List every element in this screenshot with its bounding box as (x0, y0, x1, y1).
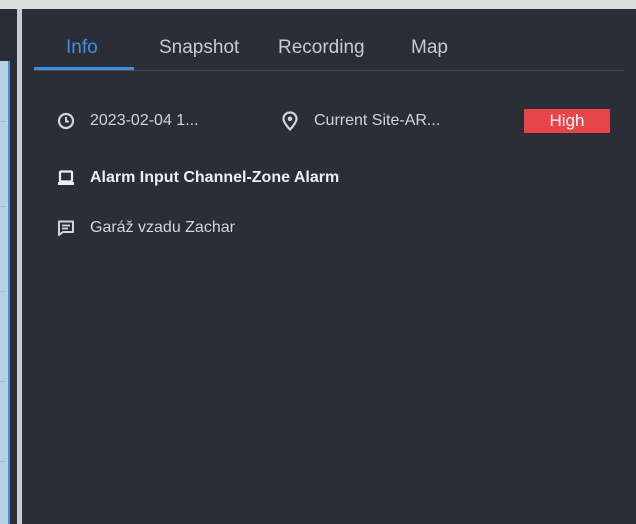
alarm-time: 2023-02-04 1... (56, 111, 199, 131)
alarm-site: Current Site-AR... (280, 111, 440, 131)
alarm-source-value: Alarm Input Channel-Zone Alarm (90, 169, 340, 186)
detail-tabs: Info Snapshot Recording Map (34, 9, 624, 71)
alarm-remark: Garáž vzadu Zachar (56, 218, 235, 238)
active-tab-indicator (34, 67, 134, 70)
location-pin-icon (280, 111, 300, 131)
window-top-strip (0, 0, 636, 9)
map-line (0, 206, 6, 207)
clock-icon (56, 111, 76, 131)
left-map-pane[interactable] (0, 9, 17, 524)
tab-map[interactable]: Map (411, 37, 448, 59)
map-line (0, 121, 6, 122)
map-line (0, 461, 6, 462)
tab-snapshot[interactable]: Snapshot (159, 37, 239, 59)
alarm-time-value: 2023-02-04 1... (90, 112, 199, 129)
tab-recording[interactable]: Recording (278, 37, 365, 59)
tab-info[interactable]: Info (66, 37, 98, 59)
alarm-source: Alarm Input Channel-Zone Alarm (56, 168, 339, 188)
alarm-remark-value: Garáž vzadu Zachar (90, 219, 235, 236)
alarm-device-icon (56, 168, 76, 188)
left-pane-header (0, 9, 10, 61)
alarm-site-value: Current Site-AR... (314, 112, 441, 129)
priority-badge: High (524, 109, 610, 133)
map-line (0, 291, 6, 292)
alarm-details-panel: Info Snapshot Recording Map 2023-02-04 1… (22, 9, 636, 524)
comment-icon (56, 218, 76, 238)
map-view-edge[interactable] (0, 61, 10, 524)
map-line (0, 381, 6, 382)
